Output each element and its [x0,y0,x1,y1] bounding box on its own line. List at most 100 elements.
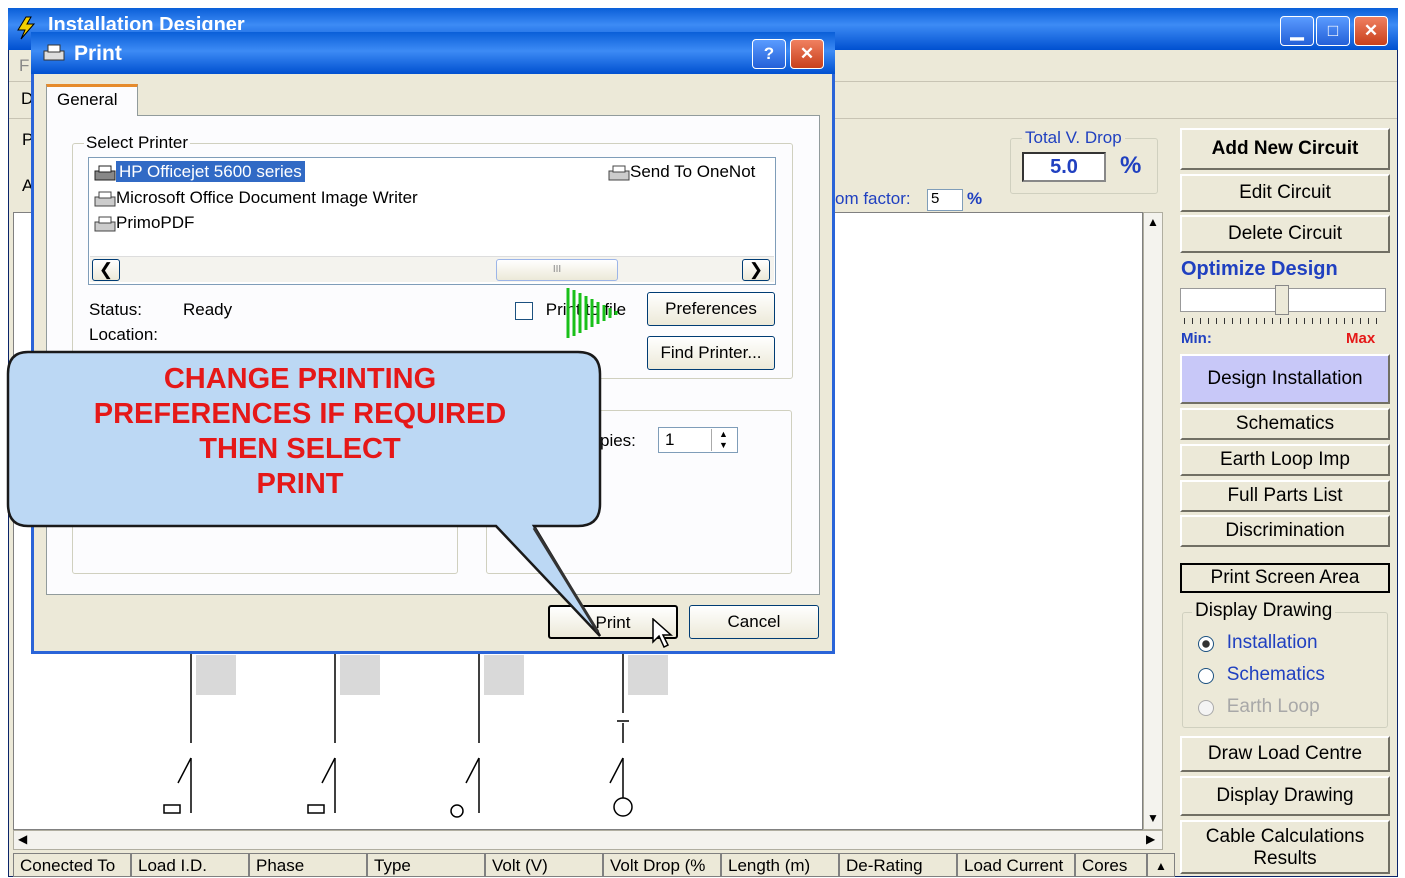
printer-icon [94,216,116,232]
menu-item-file[interactable]: F [19,56,29,76]
status-label: Status: [89,300,142,319]
help-icon: ? [763,44,775,63]
radio-disabled-icon [1198,699,1214,716]
list-scroll-left-icon[interactable]: ❮ [92,259,120,281]
discrimination-button[interactable]: Discrimination [1180,515,1390,547]
zoom-factor-label: om factor: [835,189,911,208]
radio-earth-loop-label: Earth Loop [1226,696,1320,717]
cable-calc-line1: Cable Calculations [1205,826,1365,847]
list-scroll-right-icon[interactable]: ❯ [742,259,770,281]
circuit-annotations [196,655,668,695]
radio-schematics-label: Schematics [1226,664,1325,685]
radio-unselected-icon [1198,667,1214,684]
printer-name: Send To OneNot [630,162,756,181]
scroll-up-icon[interactable]: ▲ [1147,215,1159,229]
radio-schematics[interactable]: Schematics [1198,664,1325,686]
column-header-type[interactable]: Type [367,853,485,877]
slider-ticks [1184,318,1382,324]
printer-icon [608,165,630,181]
scroll-right-icon[interactable]: ▶ [1146,832,1155,846]
draw-load-centre-button[interactable]: Draw Load Centre [1180,736,1390,772]
printer-icon [94,191,116,207]
column-header-volt[interactable]: Volt (V) [485,853,603,877]
close-icon: ✕ [799,44,815,63]
help-button[interactable]: ? [752,39,786,69]
printer-icon [42,44,66,62]
printer-name: HP Officejet 5600 series [116,161,305,182]
callout-text: CHANGE PRINTING PREFERENCES IF REQUIRED … [30,362,570,502]
printer-item-ms-writer[interactable]: Microsoft Office Document Image Writer [94,188,418,208]
radio-earth-loop: Earth Loop [1198,696,1320,718]
zoom-factor-input[interactable]: 5 [927,189,963,211]
column-header-phase[interactable]: Phase [249,853,367,877]
checkbox-icon [515,301,533,320]
cancel-button[interactable]: Cancel [689,605,819,639]
printer-name: PrimoPDF [116,213,195,232]
printer-item-primopdf[interactable]: PrimoPDF [94,213,194,233]
total-vdrop-label: Total V. Drop [1022,128,1125,148]
scroll-down-icon[interactable]: ▼ [1147,811,1159,825]
printer-list-hscroll[interactable]: ❮ III ❯ [90,256,774,282]
printer-icon [94,165,116,181]
printer-item-onenote[interactable]: Send To OneNot [608,162,755,182]
print-dialog-title: Print [74,42,122,65]
column-header-volt-drop[interactable]: Volt Drop (% [603,853,721,877]
print-dialog-close-button[interactable]: ✕ [790,39,824,69]
delete-circuit-button[interactable]: Delete Circuit [1180,215,1390,253]
full-parts-list-button[interactable]: Full Parts List [1180,480,1390,512]
total-vdrop-number: 5.0 [1050,156,1078,178]
slider-min-label: Min: [1181,330,1212,347]
zoom-factor-value: 5 [931,190,940,207]
zoom-factor-unit: % [967,189,983,208]
radio-selected-icon [1198,635,1214,652]
display-drawing-group-label: Display Drawing [1192,600,1336,622]
callout-line-4: PRINT [256,468,344,500]
optimize-slider-thumb[interactable] [1275,285,1289,315]
column-header-load-current[interactable]: Load Current [957,853,1075,877]
radio-installation-label: Installation [1226,632,1318,653]
list-scroll-thumb[interactable]: III [496,259,618,281]
status-value: Ready [183,300,233,319]
maximize-icon: □ [1327,21,1339,40]
cable-calculations-button[interactable]: Cable Calculations Results [1180,820,1390,874]
spinner-arrows-icon[interactable]: ▲ ▼ [711,429,735,451]
vertical-scrollbar[interactable]: ▲ ▼ [1143,212,1163,830]
column-scroll-up-icon[interactable]: ▲ [1147,853,1175,877]
close-button[interactable]: ✕ [1354,16,1388,46]
preferences-button[interactable]: Preferences [647,292,775,326]
optimize-slider[interactable] [1180,285,1386,315]
maximize-button[interactable]: □ [1316,16,1350,46]
callout-line-1: CHANGE PRINTING [163,363,437,395]
edit-circuit-button[interactable]: Edit Circuit [1180,174,1390,212]
schematics-button[interactable]: Schematics [1180,408,1390,440]
print-screen-area-button[interactable]: Print Screen Area [1180,563,1390,593]
earth-loop-imp-button[interactable]: Earth Loop Imp [1180,444,1390,476]
horizontal-scrollbar[interactable]: ◀ ▶ [13,830,1163,850]
total-vdrop-value: 5.0 [1022,152,1106,182]
printer-name: Microsoft Office Document Image Writer [116,188,418,207]
scroll-left-icon[interactable]: ◀ [18,832,27,846]
cable-calc-line2: Results [1253,848,1317,869]
minimize-icon: ▁ [1290,21,1304,40]
total-vdrop-unit: % [1120,152,1142,179]
slider-max-label: Max [1346,330,1376,347]
radio-installation[interactable]: Installation [1198,632,1318,654]
display-drawing-button[interactable]: Display Drawing [1180,776,1390,816]
column-header-cores[interactable]: Cores [1075,853,1147,877]
minimize-button[interactable]: ▁ [1280,16,1314,46]
main-window-title: Installation Designer [48,14,245,30]
close-icon: ✕ [1363,21,1379,40]
printer-item-hp[interactable]: HP Officejet 5600 series [94,161,305,182]
column-header-length[interactable]: Length (m) [721,853,839,877]
optimize-design-label: Optimize Design [1181,258,1338,280]
select-printer-label: Select Printer [84,133,191,153]
callout-line-3: THEN SELECT [199,433,401,465]
design-installation-button[interactable]: Design Installation [1180,354,1390,404]
column-header-conected-to[interactable]: Conected To [13,853,131,877]
column-header-load-id[interactable]: Load I.D. [131,853,249,877]
tab-general[interactable]: General [46,84,138,116]
green-click-indicator [564,284,634,342]
callout-line-2: PREFERENCES IF REQUIRED [93,398,507,430]
add-new-circuit-button[interactable]: Add New Circuit [1180,128,1390,170]
column-header-de-rating[interactable]: De-Rating [839,853,957,877]
